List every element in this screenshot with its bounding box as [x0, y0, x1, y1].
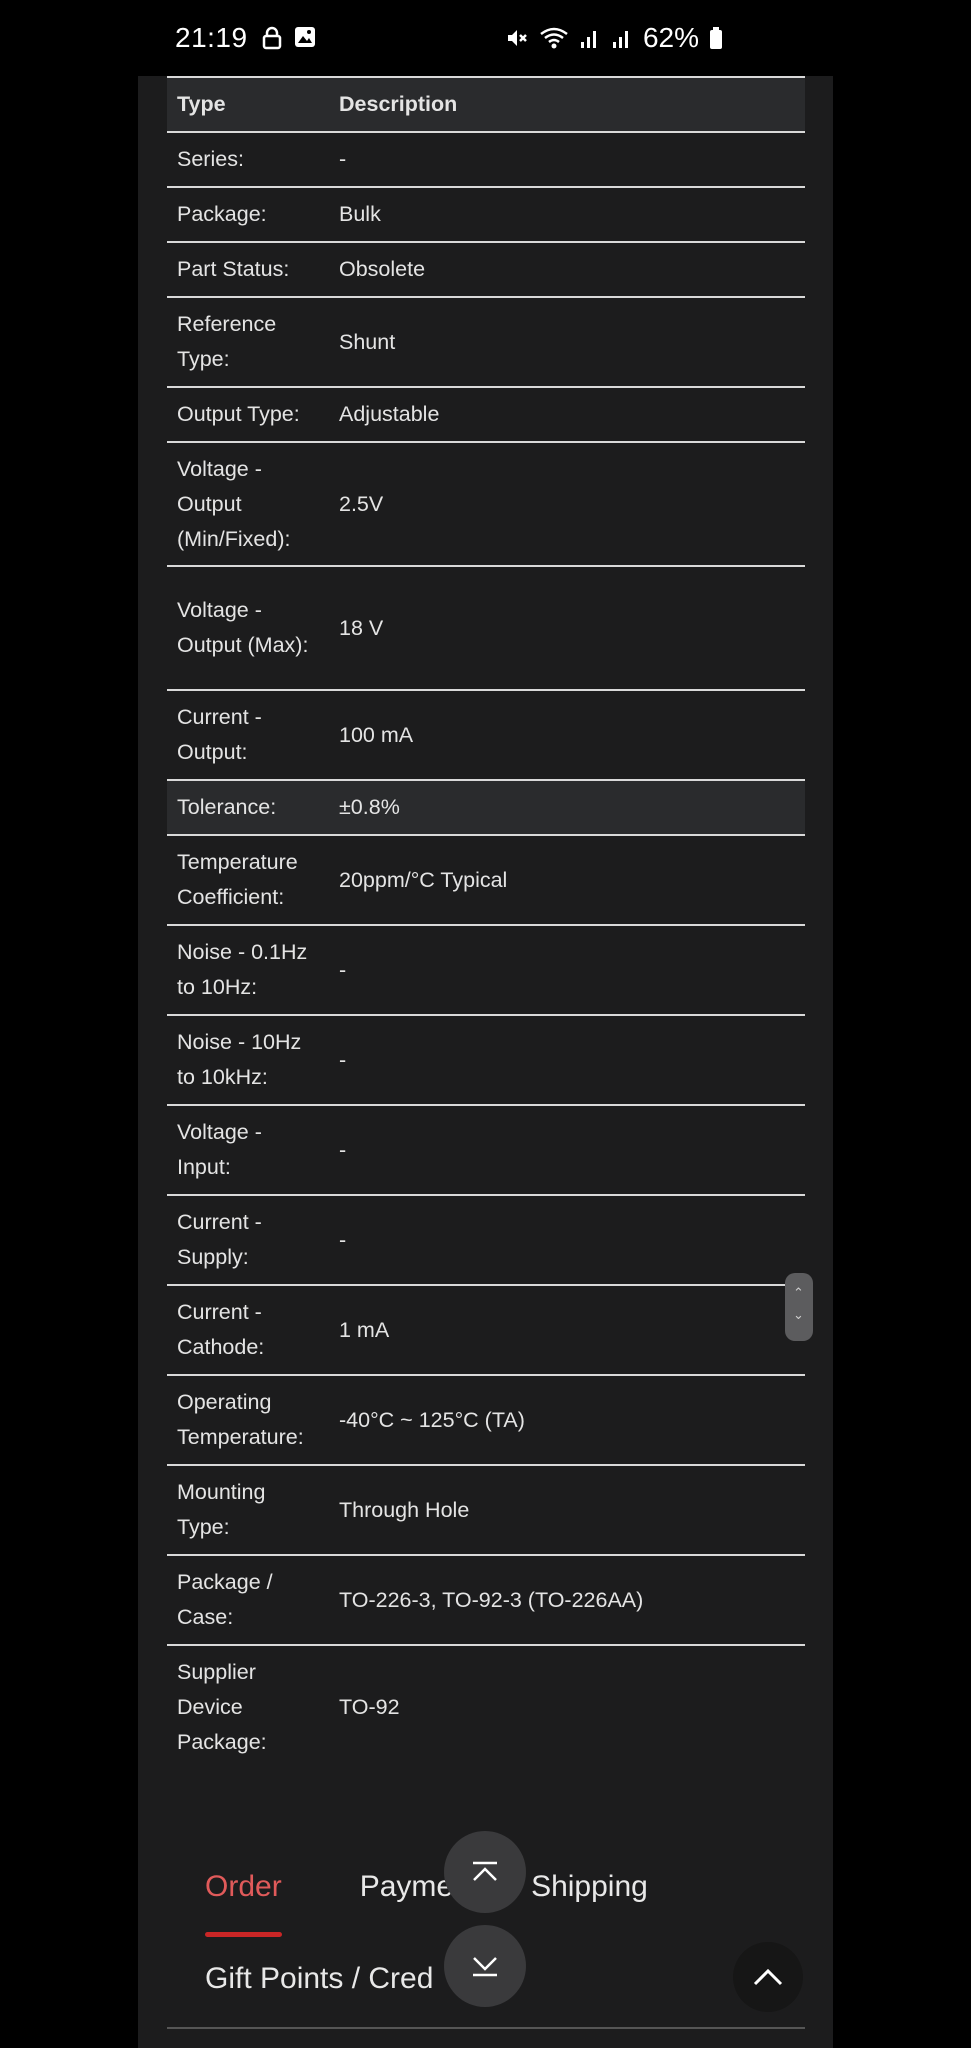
spec-key: Operating Temperature: — [167, 1374, 329, 1465]
divider — [167, 2027, 805, 2029]
spec-value: ±0.8% — [329, 779, 805, 835]
spec-key: Mounting Type: — [167, 1464, 329, 1555]
scroll-to-top-icon — [473, 1861, 497, 1881]
table-row: Tolerance: ±0.8% — [167, 779, 805, 835]
table-row: Series: - — [167, 131, 805, 187]
table-row: Part Status: Obsolete — [167, 241, 805, 297]
table-row: Mounting Type: Through Hole — [167, 1464, 805, 1555]
table-row: Voltage - Input: - — [167, 1104, 805, 1195]
chevron-down-icon: ⌄ — [793, 1307, 804, 1322]
scroll-to-top-button[interactable] — [444, 1831, 526, 1913]
spec-value: Through Hole — [329, 1464, 805, 1555]
tab-payment[interactable]: Payme — [360, 1870, 453, 1904]
spec-table-header: Type Description — [167, 76, 805, 132]
back-to-top-button[interactable] — [733, 1942, 803, 2012]
spec-table: Type Description Series: - Package: Bulk P… — [167, 76, 805, 1769]
table-row: Package / Case: TO-226-3, TO-92-3 (TO-226… — [167, 1554, 805, 1645]
scroll-to-bottom-icon — [473, 1957, 497, 1977]
spec-key: Part Status: — [167, 241, 329, 297]
spec-value: - — [329, 131, 805, 187]
table-row: Voltage - Output (Max): 18 V — [167, 565, 805, 690]
spec-value: Adjustable — [329, 386, 805, 442]
tab-order[interactable]: Order — [205, 1870, 282, 1937]
spec-key: Supplier Device Package: — [167, 1644, 329, 1769]
spec-key: Voltage - Output (Min/Fixed): — [167, 441, 329, 566]
spec-key: Package: — [167, 186, 329, 242]
spec-value: - — [329, 1194, 805, 1285]
table-row: Temperature Coefficient: 20ppm/°C Typical — [167, 834, 805, 925]
table-row: Current - Cathode: 1 mA — [167, 1284, 805, 1375]
gift-points-accordion[interactable]: Gift Points / Cred — [205, 1962, 433, 1996]
scrollbar-thumb[interactable]: ⌃ ⌄ — [785, 1273, 813, 1341]
spec-key: Reference Type: — [167, 296, 329, 387]
signal-icon — [612, 31, 628, 48]
spec-value: 20ppm/°C Typical — [329, 834, 805, 925]
battery-icon — [710, 27, 722, 49]
spec-key: Package / Case: — [167, 1554, 329, 1645]
spec-value: 1 mA — [329, 1284, 805, 1375]
table-row: Operating Temperature: -40°C ~ 125°C (TA) — [167, 1374, 805, 1465]
table-row: Current - Output: 100 mA — [167, 689, 805, 780]
spec-key: Series: — [167, 131, 329, 187]
scroll-to-bottom-button[interactable] — [444, 1925, 526, 2007]
spec-key: Voltage - Input: — [167, 1104, 329, 1195]
table-row: Noise - 10Hz to 10kHz: - — [167, 1014, 805, 1105]
header-type: Type — [167, 76, 329, 132]
spec-value: - — [329, 1104, 805, 1195]
tab-shipping[interactable]: Shipping — [531, 1870, 648, 1904]
header-description: Description — [329, 76, 805, 132]
product-page: Type Description Series: - Package: Bulk P… — [138, 76, 833, 2048]
spec-value: TO-92 — [329, 1644, 805, 1769]
signal-icon — [580, 31, 596, 48]
table-row: Supplier Device Package: TO-92 — [167, 1644, 805, 1769]
spec-value: Obsolete — [329, 241, 805, 297]
table-row: Package: Bulk — [167, 186, 805, 242]
spec-key: Noise - 0.1Hz to 10Hz: — [167, 924, 329, 1015]
lock-icon — [262, 26, 281, 50]
status-time: 21:19 — [175, 22, 248, 53]
spec-key: Temperature Coefficient: — [167, 834, 329, 925]
spec-value: Shunt — [329, 296, 805, 387]
spec-key: Current - Supply: — [167, 1194, 329, 1285]
spec-value: Bulk — [329, 186, 805, 242]
spec-key: Output Type: — [167, 386, 329, 442]
wifi-icon — [540, 27, 568, 49]
table-row: Voltage - Output (Min/Fixed): 2.5V — [167, 441, 805, 566]
spec-value: 2.5V — [329, 441, 805, 566]
spec-value: TO-226-3, TO-92-3 (TO-226AA) — [329, 1554, 805, 1645]
spec-key: Current - Cathode: — [167, 1284, 329, 1375]
spec-key: Voltage - Output (Max): — [167, 565, 329, 690]
spec-value: 18 V — [329, 565, 805, 690]
table-row: Output Type: Adjustable — [167, 386, 805, 442]
spec-value: 100 mA — [329, 689, 805, 780]
battery-percent: 62% — [642, 22, 699, 53]
table-row: Current - Supply: - — [167, 1194, 805, 1285]
mute-icon — [507, 30, 527, 46]
chevron-up-icon: ⌃ — [793, 1285, 804, 1300]
table-row: Noise - 0.1Hz to 10Hz: - — [167, 924, 805, 1015]
spec-value: - — [329, 1014, 805, 1105]
spec-key: Noise - 10Hz to 10kHz: — [167, 1014, 329, 1105]
spec-key: Tolerance: — [167, 779, 329, 835]
chevron-up-icon — [753, 1968, 783, 1986]
gallery-icon — [294, 27, 315, 47]
spec-value: - — [329, 924, 805, 1015]
spec-value: -40°C ~ 125°C (TA) — [329, 1374, 805, 1465]
status-bar: 21:19 62% — [138, 0, 833, 76]
table-row: Reference Type: Shunt — [167, 296, 805, 387]
spec-key: Current - Output: — [167, 689, 329, 780]
